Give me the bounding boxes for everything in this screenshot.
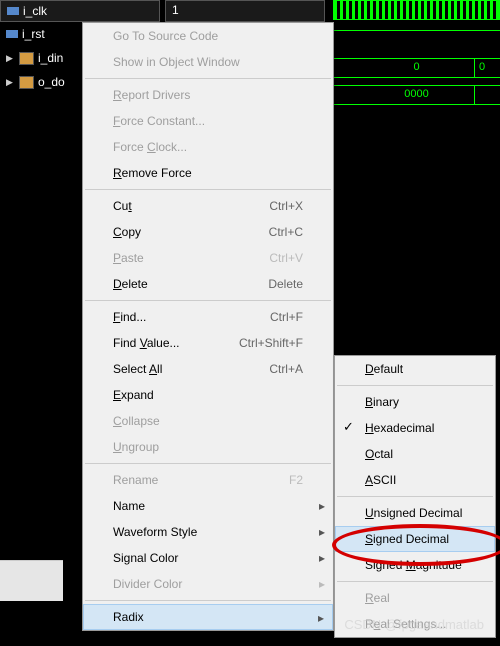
check-icon: ✓	[343, 420, 354, 434]
wave-din: 0 0	[333, 58, 500, 78]
menu-item-unsigned-decimal[interactable]: Unsigned Decimal	[335, 500, 495, 526]
menu-item-paste: PasteCtrl+V	[83, 245, 333, 271]
menu-separator	[85, 463, 331, 464]
shortcut-label: Ctrl+Shift+F	[239, 336, 303, 350]
panel-footer	[0, 560, 63, 601]
menu-item-rename: RenameF2	[83, 467, 333, 493]
signal-row-clk[interactable]: i_clk	[0, 0, 160, 22]
chevron-right-icon: ▸	[319, 499, 325, 513]
menu-item-real: Real	[335, 585, 495, 611]
context-menu[interactable]: Go To Source CodeShow in Object Window Re…	[82, 22, 334, 631]
shortcut-label: Ctrl+F	[270, 310, 303, 324]
shortcut-label: F2	[289, 473, 303, 487]
menu-item-name[interactable]: Name▸	[83, 493, 333, 519]
menu-item-select-all[interactable]: Select AllCtrl+A	[83, 356, 333, 382]
menu-item-force-constant: Force Constant...	[83, 108, 333, 134]
menu-item-binary[interactable]: Binary	[335, 389, 495, 415]
menu-item-octal[interactable]: Octal	[335, 441, 495, 467]
signal-label: i_din	[38, 51, 63, 65]
chevron-right-icon[interactable]: ▶	[6, 77, 15, 88]
port-icon	[19, 76, 34, 89]
menu-item-cut[interactable]: CutCtrl+X	[83, 193, 333, 219]
waveform-area[interactable]: 0 0 0000	[333, 0, 500, 100]
wire-icon	[7, 7, 19, 15]
signal-label: i_clk	[23, 4, 47, 18]
menu-item-force-clock: Force Clock...	[83, 134, 333, 160]
menu-separator	[85, 300, 331, 301]
menu-item-radix[interactable]: Radix▸	[83, 604, 333, 630]
wave-value-alt: 0	[479, 61, 485, 73]
radix-submenu[interactable]: Default BinaryHexadecimal✓OctalASCII Unsig…	[334, 355, 496, 638]
value-clk: 1	[165, 0, 325, 22]
menu-item-copy[interactable]: CopyCtrl+C	[83, 219, 333, 245]
shortcut-label: Ctrl+A	[269, 362, 303, 376]
menu-separator	[85, 600, 331, 601]
menu-item-go-to-source-code: Go To Source Code	[83, 23, 333, 49]
menu-separator	[85, 189, 331, 190]
menu-item-hexadecimal[interactable]: Hexadecimal✓	[335, 415, 495, 441]
menu-separator	[337, 385, 493, 386]
shortcut-label: Ctrl+X	[269, 199, 303, 213]
menu-item-show-in-object-window: Show in Object Window	[83, 49, 333, 75]
menu-separator	[85, 78, 331, 79]
menu-item-collapse: Collapse	[83, 408, 333, 434]
menu-item-find-value[interactable]: Find Value...Ctrl+Shift+F	[83, 330, 333, 356]
signal-label: o_do	[38, 75, 65, 89]
menu-item-signal-color[interactable]: Signal Color▸	[83, 545, 333, 571]
menu-item-ungroup: Ungroup	[83, 434, 333, 460]
menu-item-expand[interactable]: Expand	[83, 382, 333, 408]
signal-label: i_rst	[22, 27, 45, 41]
menu-item-ascii[interactable]: ASCII	[335, 467, 495, 493]
menu-item-report-drivers: Report Drivers	[83, 82, 333, 108]
shortcut-label: Ctrl+V	[269, 251, 303, 265]
chevron-right-icon: ▸	[319, 525, 325, 539]
menu-item-remove-force[interactable]: Remove Force	[83, 160, 333, 186]
shortcut-label: Ctrl+C	[269, 225, 303, 239]
menu-item-signed-magnitude[interactable]: Signed Magnitude	[335, 552, 495, 578]
wave-value: 0	[413, 61, 419, 73]
wire-icon	[6, 30, 18, 38]
shortcut-label: Delete	[268, 277, 303, 291]
menu-item-find[interactable]: Find...Ctrl+F	[83, 304, 333, 330]
menu-item-waveform-style[interactable]: Waveform Style▸	[83, 519, 333, 545]
menu-item-divider-color: Divider Color▸	[83, 571, 333, 597]
wave-dout: 0000	[333, 85, 500, 105]
chevron-right-icon: ▸	[318, 611, 324, 625]
chevron-right-icon[interactable]: ▶	[6, 53, 15, 64]
menu-item-real-settings: Real Settings...	[335, 611, 495, 637]
wave-value: 0000	[404, 88, 428, 100]
menu-item-default[interactable]: Default	[335, 356, 495, 382]
menu-item-signed-decimal[interactable]: Signed Decimal	[335, 526, 495, 552]
port-icon	[19, 52, 34, 65]
wave-rst	[333, 30, 500, 51]
wave-clk	[333, 0, 500, 20]
menu-item-delete[interactable]: DeleteDelete	[83, 271, 333, 297]
chevron-right-icon: ▸	[319, 577, 325, 591]
chevron-right-icon: ▸	[319, 551, 325, 565]
menu-separator	[337, 581, 493, 582]
menu-separator	[337, 496, 493, 497]
